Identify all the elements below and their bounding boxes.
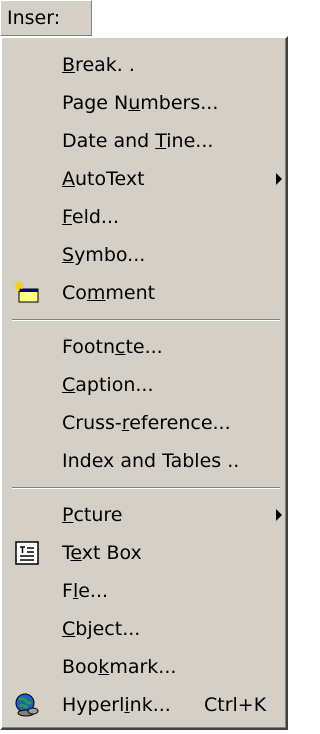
menu-item-footnote[interactable]: Footncte... [4,328,286,366]
shortcut-label: Ctrl+K [204,694,267,716]
menu-item-date-time[interactable]: Date and Tine... [4,122,286,160]
menu-item-index-tables[interactable]: Index and Tables .. [4,442,286,480]
menu-item-autotext[interactable]: AutoText [4,160,286,198]
menu-separator [12,319,280,321]
comment-icon [14,281,39,303]
menu-item-page-numbers[interactable]: Page Numbers... [4,84,286,122]
menu-item-field[interactable]: Feld... [4,198,286,236]
menu-item-bookmark[interactable]: Bookmark... [4,648,286,686]
menu-item-cross-reference[interactable]: Cruss-reference... [4,404,286,442]
text-box-icon [15,541,39,565]
menu-item-symbol[interactable]: Symbo... [4,236,286,274]
menu-separator [12,487,280,489]
insert-menu-label: Inser: [7,7,61,29]
hyperlink-icon [15,693,39,717]
menu-item-file[interactable]: Fle... [4,572,286,610]
menu-item-caption[interactable]: Caption... [4,366,286,404]
submenu-arrow-icon [276,509,282,521]
menu-item-picture[interactable]: Pcture [4,496,286,534]
menu-item-break[interactable]: Break. . [4,46,286,84]
menu-item-comment[interactable]: Comment [4,274,286,312]
insert-menu-title[interactable]: Inser: [0,0,92,36]
menu-item-text-box[interactable]: Text Box [4,534,286,572]
submenu-arrow-icon [276,173,282,185]
menu-item-object[interactable]: Cbject... [4,610,286,648]
insert-dropdown-menu: Break. . Page Numbers... Date and Tine..… [0,36,288,730]
menu-item-hyperlink[interactable]: Hyperlink... Ctrl+K [4,686,286,724]
